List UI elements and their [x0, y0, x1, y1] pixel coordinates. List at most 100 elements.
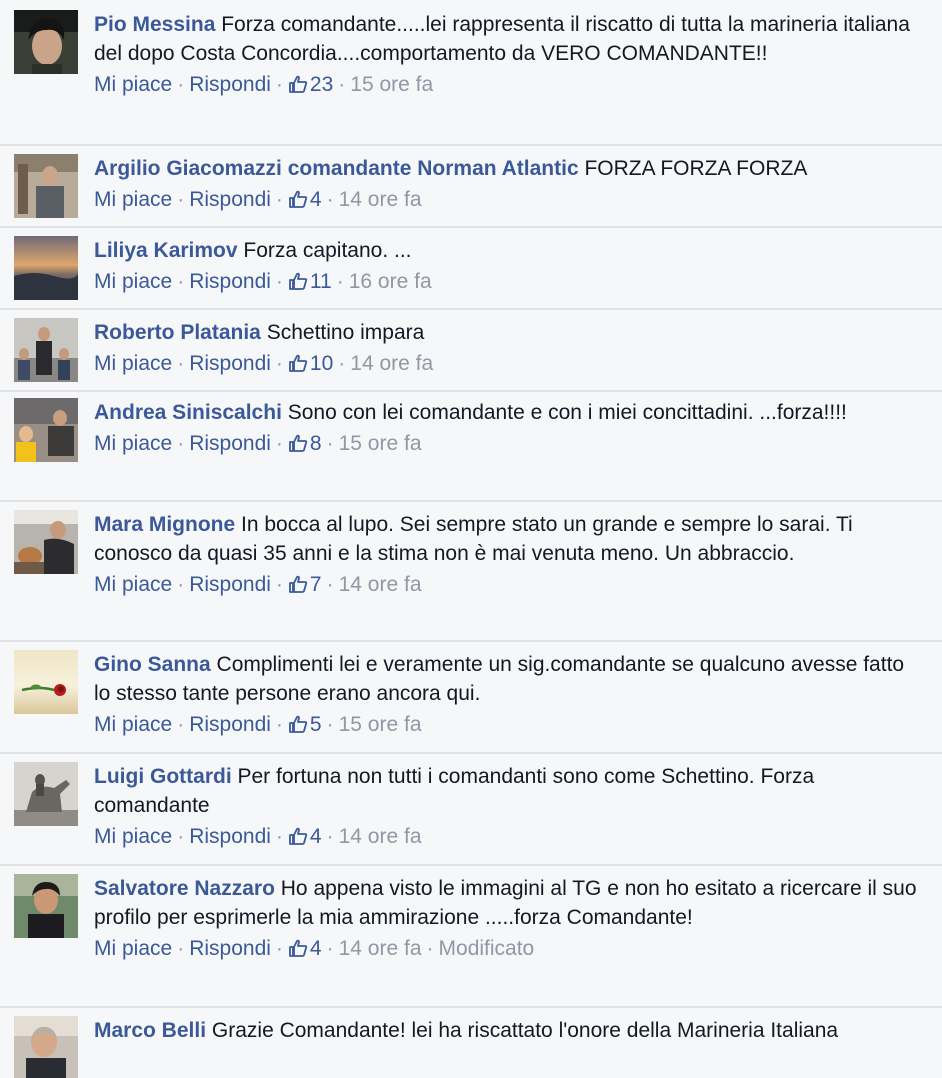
comment-text-block: Mara Mignone In bocca al lupo. Sei sempr…	[94, 510, 924, 568]
like-button[interactable]: Mi piace	[94, 352, 172, 375]
separator: ·	[275, 432, 283, 455]
thumbs-up-icon	[289, 190, 308, 208]
like-button[interactable]: Mi piace	[94, 573, 172, 596]
comment-item: Liliya Karimov Forza capitano. ... Mi pi…	[0, 228, 942, 310]
avatar[interactable]	[14, 10, 78, 74]
reply-button[interactable]: Rispondi	[189, 937, 271, 960]
separator: ·	[326, 713, 334, 736]
like-button[interactable]: Mi piace	[94, 825, 172, 848]
like-count[interactable]: 4	[288, 825, 322, 848]
comment-author-link[interactable]: Mara Mignone	[94, 513, 235, 536]
comment-actions: Mi piace · Rispondi · 4 · 14 ore fa	[94, 823, 924, 851]
avatar[interactable]	[14, 510, 78, 574]
separator: ·	[275, 573, 283, 596]
comment-actions: Mi piace · Rispondi · 23 · 15 ore fa	[94, 71, 924, 99]
comment-timestamp[interactable]: 14 ore fa	[339, 825, 422, 848]
like-button[interactable]: Mi piace	[94, 713, 172, 736]
avatar[interactable]	[14, 1016, 78, 1078]
comment-author-link[interactable]: Roberto Platania	[94, 321, 261, 344]
reply-button[interactable]: Rispondi	[189, 713, 271, 736]
comment-timestamp[interactable]: 14 ore fa	[339, 573, 422, 596]
like-count-value: 11	[309, 270, 332, 293]
comment-timestamp[interactable]: 14 ore fa	[339, 937, 422, 960]
avatar[interactable]	[14, 650, 78, 714]
like-button[interactable]: Mi piace	[94, 937, 172, 960]
comment-text-block: Marco Belli Grazie Comandante! lei ha ri…	[94, 1016, 924, 1045]
separator: ·	[177, 825, 185, 848]
reply-button[interactable]: Rispondi	[189, 825, 271, 848]
edited-label[interactable]: Modificato	[439, 937, 535, 960]
separator: ·	[326, 825, 334, 848]
like-count[interactable]: 5	[288, 713, 322, 736]
thumbs-up-icon	[289, 575, 308, 593]
reply-button[interactable]: Rispondi	[189, 573, 271, 596]
like-count[interactable]: 4	[288, 937, 322, 960]
comment-item: Luigi Gottardi Per fortuna non tutti i c…	[0, 754, 942, 866]
comment-actions: Mi piace · Rispondi · 11 · 16 ore fa	[94, 268, 924, 296]
separator: ·	[336, 270, 344, 293]
like-button[interactable]: Mi piace	[94, 188, 172, 211]
separator: ·	[275, 73, 283, 96]
separator: ·	[177, 73, 185, 96]
like-count[interactable]: 4	[288, 188, 322, 211]
avatar[interactable]	[14, 318, 78, 382]
comment-timestamp[interactable]: 14 ore fa	[350, 352, 433, 375]
comment-text-block: Andrea Siniscalchi Sono con lei comandan…	[94, 398, 924, 427]
separator: ·	[177, 352, 185, 375]
like-button[interactable]: Mi piace	[94, 270, 172, 293]
like-button[interactable]: Mi piace	[94, 432, 172, 455]
like-count[interactable]: 11	[288, 270, 332, 293]
comment-timestamp[interactable]: 15 ore fa	[339, 713, 422, 736]
comment-author-link[interactable]: Andrea Siniscalchi	[94, 401, 282, 424]
comment-text-block: Pio Messina Forza comandante.....lei rap…	[94, 10, 924, 68]
comment-author-link[interactable]: Liliya Karimov	[94, 239, 238, 262]
comment-item: Mara Mignone In bocca al lupo. Sei sempr…	[0, 502, 942, 642]
separator: ·	[177, 270, 185, 293]
separator: ·	[275, 713, 283, 736]
avatar[interactable]	[14, 874, 78, 938]
comment-author-link[interactable]: Salvatore Nazzaro	[94, 877, 275, 900]
comment-author-link[interactable]: Pio Messina	[94, 13, 215, 36]
thumbs-up-icon	[289, 827, 308, 845]
comment-text-block: Luigi Gottardi Per fortuna non tutti i c…	[94, 762, 924, 820]
comment-item: Pio Messina Forza comandante.....lei rap…	[0, 0, 942, 146]
like-count[interactable]: 7	[288, 573, 322, 596]
avatar[interactable]	[14, 762, 78, 826]
separator: ·	[326, 937, 334, 960]
comment-text: Grazie Comandante! lei ha riscattato l'o…	[211, 1019, 839, 1042]
comment-author-link[interactable]: Luigi Gottardi	[94, 765, 232, 788]
reply-button[interactable]: Rispondi	[189, 432, 271, 455]
comment-text: Sono con lei comandante e con i miei con…	[287, 401, 847, 424]
like-count-value: 4	[309, 825, 322, 848]
separator: ·	[275, 352, 283, 375]
avatar[interactable]	[14, 236, 78, 300]
comment-text-block: Liliya Karimov Forza capitano. ...	[94, 236, 924, 265]
like-count[interactable]: 10	[288, 352, 333, 375]
like-count[interactable]: 23	[288, 73, 333, 96]
comment-timestamp[interactable]: 15 ore fa	[339, 432, 422, 455]
separator: ·	[177, 432, 185, 455]
avatar[interactable]	[14, 154, 78, 218]
comment-timestamp[interactable]: 15 ore fa	[350, 73, 433, 96]
avatar[interactable]	[14, 398, 78, 462]
like-count-value: 5	[309, 713, 322, 736]
separator: ·	[326, 573, 334, 596]
comment-author-link[interactable]: Marco Belli	[94, 1019, 206, 1042]
separator: ·	[338, 352, 346, 375]
comment-timestamp[interactable]: 16 ore fa	[349, 270, 432, 293]
comment-author-link[interactable]: Argilio Giacomazzi comandante Norman Atl…	[94, 157, 579, 180]
separator: ·	[177, 937, 185, 960]
comment-actions: Mi piace · Rispondi · 8 · 15 ore fa	[94, 430, 924, 458]
comment-author-link[interactable]: Gino Sanna	[94, 653, 211, 676]
like-button[interactable]: Mi piace	[94, 73, 172, 96]
reply-button[interactable]: Rispondi	[189, 352, 271, 375]
comment-actions: Mi piace · Rispondi · 7 · 14 ore fa	[94, 571, 924, 599]
comment-item: Andrea Siniscalchi Sono con lei comandan…	[0, 392, 942, 502]
reply-button[interactable]: Rispondi	[189, 73, 271, 96]
reply-button[interactable]: Rispondi	[189, 270, 271, 293]
reply-button[interactable]: Rispondi	[189, 188, 271, 211]
comment-timestamp[interactable]: 14 ore fa	[339, 188, 422, 211]
like-count[interactable]: 8	[288, 432, 322, 455]
separator: ·	[275, 937, 283, 960]
comment-item: Salvatore Nazzaro Ho appena visto le imm…	[0, 866, 942, 1008]
